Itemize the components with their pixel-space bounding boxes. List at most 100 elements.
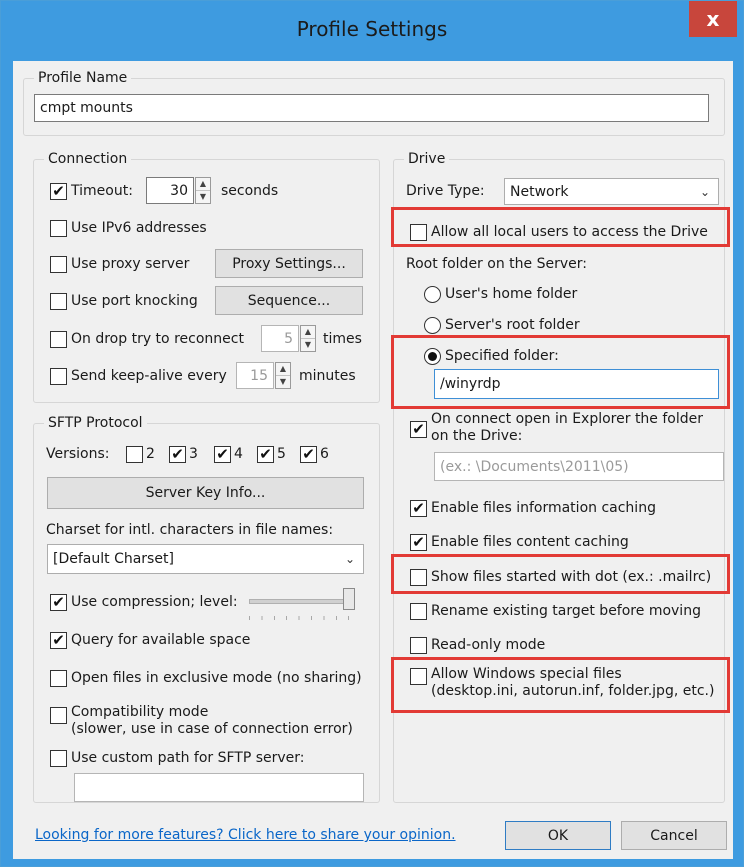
ok-button[interactable]: OK	[505, 821, 611, 850]
feedback-link[interactable]: Looking for more features? Click here to…	[35, 827, 456, 843]
timeout-spinner[interactable]: ▲ ▼	[195, 177, 211, 204]
compression-slider-thumb[interactable]	[343, 588, 355, 610]
sftp-group: SFTP Protocol Versions: 2 ✔ 3 ✔ 4 ✔ 5 ✔ …	[33, 415, 380, 803]
windows-special-label: Allow Windows special files	[431, 666, 622, 682]
query-space-label: Query for available space	[71, 632, 251, 648]
profile-name-label: Profile Name	[34, 70, 132, 86]
charset-label: Charset for intl. characters in file nam…	[46, 522, 334, 538]
version-3-label: 3	[189, 446, 198, 462]
exclusive-checkbox[interactable]	[50, 670, 67, 687]
port-knocking-checkbox[interactable]	[50, 293, 67, 310]
server-root-label: Server's root folder	[445, 317, 580, 333]
rename-target-label: Rename existing target before moving	[431, 603, 701, 619]
reconnect-checkbox[interactable]	[50, 331, 67, 348]
show-dot-checkbox[interactable]	[410, 569, 427, 586]
compat-checkbox[interactable]	[50, 707, 67, 724]
sftp-label: SFTP Protocol	[44, 415, 147, 431]
info-caching-label: Enable files information caching	[431, 500, 656, 516]
keepalive-label: Send keep-alive every	[71, 368, 227, 384]
keepalive-checkbox[interactable]	[50, 368, 67, 385]
ipv6-checkbox[interactable]	[50, 220, 67, 237]
proxy-checkbox[interactable]	[50, 256, 67, 273]
drive-type-value: Network	[510, 183, 569, 200]
root-folder-label: Root folder on the Server:	[406, 256, 587, 272]
version-6-label: 6	[320, 446, 329, 462]
sequence-button[interactable]: Sequence...	[215, 286, 363, 315]
windows-special-sublabel: (desktop.ini, autorun.inf, folder.jpg, e…	[431, 683, 715, 699]
keepalive-input[interactable]: 15	[236, 362, 274, 389]
server-root-radio[interactable]	[424, 317, 441, 334]
profile-name-input[interactable]: cmpt mounts	[34, 94, 709, 122]
version-6-checkbox[interactable]: ✔	[300, 446, 317, 463]
rename-target-checkbox[interactable]	[410, 603, 427, 620]
open-explorer-checkbox[interactable]: ✔	[410, 421, 427, 438]
specified-folder-radio[interactable]	[424, 348, 441, 365]
reconnect-input[interactable]: 5	[261, 325, 299, 352]
compression-slider-track[interactable]	[249, 599, 351, 604]
proxy-label: Use proxy server	[71, 256, 190, 272]
close-button[interactable]: x	[689, 1, 737, 37]
specified-folder-label: Specified folder:	[445, 348, 559, 364]
connection-label: Connection	[44, 151, 132, 167]
reconnect-label: On drop try to reconnect	[71, 331, 244, 347]
ipv6-label: Use IPv6 addresses	[71, 220, 207, 236]
allow-local-users-label: Allow all local users to access the Driv…	[431, 224, 708, 240]
connection-group: Connection ✔ Timeout: 30 ▲ ▼ seconds Use…	[33, 151, 380, 403]
info-caching-checkbox[interactable]: ✔	[410, 500, 427, 517]
open-explorer-label: On connect open in Explorer the folder	[431, 411, 704, 427]
query-space-checkbox[interactable]: ✔	[50, 632, 67, 649]
profile-name-group: Profile Name cmpt mounts	[23, 70, 725, 136]
drive-type-select[interactable]: Network ⌄	[504, 178, 719, 205]
reconnect-unit: times	[323, 331, 362, 347]
drive-group: Drive Drive Type: Network ⌄ Allow all lo…	[393, 151, 725, 803]
exclusive-label: Open files in exclusive mode (no sharing…	[71, 670, 362, 686]
server-key-info-button[interactable]: Server Key Info...	[47, 477, 364, 509]
charset-select[interactable]: [Default Charset] ⌄	[47, 544, 364, 574]
spin-down-icon[interactable]: ▼	[196, 190, 210, 203]
readonly-label: Read-only mode	[431, 637, 546, 653]
compression-label: Use compression; level:	[71, 594, 238, 610]
custom-path-checkbox[interactable]	[50, 750, 67, 767]
proxy-settings-button[interactable]: Proxy Settings...	[215, 249, 363, 278]
versions-label: Versions:	[46, 446, 110, 462]
port-knocking-label: Use port knocking	[71, 293, 198, 309]
drive-type-label: Drive Type:	[406, 183, 485, 199]
timeout-checkbox[interactable]: ✔	[50, 183, 67, 200]
user-home-radio[interactable]	[424, 286, 441, 303]
cancel-button[interactable]: Cancel	[621, 821, 727, 850]
spin-up-icon[interactable]: ▲	[301, 326, 315, 338]
version-4-checkbox[interactable]: ✔	[214, 446, 231, 463]
timeout-input[interactable]: 30	[146, 177, 194, 204]
content-caching-checkbox[interactable]: ✔	[410, 534, 427, 551]
profile-settings-window: Profile Settings x Profile Name cmpt mou…	[0, 0, 744, 867]
drive-label: Drive	[404, 151, 450, 167]
compat-sublabel: (slower, use in case of connection error…	[71, 721, 353, 737]
charset-value: [Default Charset]	[53, 551, 174, 567]
user-home-label: User's home folder	[445, 286, 578, 302]
content-caching-label: Enable files content caching	[431, 534, 629, 550]
readonly-checkbox[interactable]	[410, 637, 427, 654]
compat-label: Compatibility mode	[71, 704, 209, 720]
compression-checkbox[interactable]: ✔	[50, 594, 67, 611]
version-3-checkbox[interactable]: ✔	[169, 446, 186, 463]
spin-up-icon[interactable]: ▲	[196, 178, 210, 190]
specified-folder-input[interactable]: /winyrdp	[434, 369, 719, 399]
version-4-label: 4	[234, 446, 243, 462]
spin-up-icon[interactable]: ▲	[276, 363, 290, 375]
custom-path-input[interactable]	[74, 773, 364, 802]
chevron-down-icon: ⌄	[699, 184, 710, 199]
keepalive-unit: minutes	[299, 368, 356, 384]
version-5-checkbox[interactable]: ✔	[257, 446, 274, 463]
open-explorer-sublabel: on the Drive:	[431, 428, 523, 444]
window-title: Profile Settings	[296, 17, 448, 41]
windows-special-checkbox[interactable]	[410, 668, 427, 685]
spin-down-icon[interactable]: ▼	[301, 338, 315, 351]
keepalive-spinner[interactable]: ▲ ▼	[275, 362, 291, 389]
spin-down-icon[interactable]: ▼	[276, 375, 290, 388]
allow-local-users-checkbox[interactable]	[410, 224, 427, 241]
title-bar[interactable]: Profile Settings x	[1, 1, 743, 61]
reconnect-spinner[interactable]: ▲ ▼	[300, 325, 316, 352]
version-2-checkbox[interactable]	[126, 446, 143, 463]
timeout-unit: seconds	[221, 183, 279, 199]
explorer-folder-input[interactable]: (ex.: \Documents\2011\05)	[434, 452, 724, 481]
